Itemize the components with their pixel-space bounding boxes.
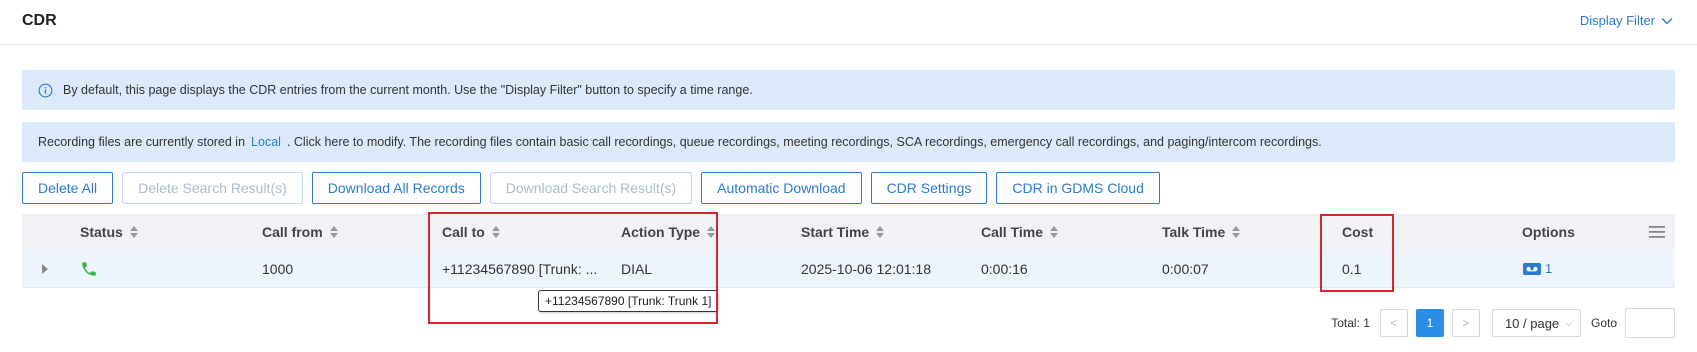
info-banner-text: By default, this page displays the CDR e… <box>63 83 753 97</box>
sort-icon[interactable] <box>129 226 138 238</box>
info-icon <box>38 83 53 97</box>
chevron-down-icon: ⌵ <box>1565 317 1572 328</box>
column-header-call-time[interactable]: Call Time <box>981 214 1058 250</box>
sort-icon[interactable] <box>1232 226 1241 238</box>
download-search-results-button[interactable]: Download Search Result(s) <box>489 172 693 204</box>
caret-right-icon <box>42 263 48 274</box>
page-title: CDR <box>22 12 57 29</box>
expand-row-button[interactable] <box>42 250 48 287</box>
column-label: Call Time <box>981 224 1043 240</box>
display-filter-button[interactable]: Display Filter <box>1580 13 1673 28</box>
total-count: Total: 1 <box>1331 316 1370 330</box>
call-from-cell: 1000 <box>262 260 294 277</box>
sort-icon[interactable] <box>491 226 500 238</box>
sort-icon[interactable] <box>1050 226 1058 238</box>
automatic-download-button[interactable]: Automatic Download <box>701 172 862 204</box>
page-size-value: 10 / page <box>1504 315 1560 331</box>
call-time-cell: 0:00:16 <box>981 260 1028 277</box>
goto-label: Goto <box>1590 316 1617 330</box>
column-label: Options <box>1522 224 1575 240</box>
table-row[interactable]: 1000 +11234567890 [Trunk: ... DIAL 2025-… <box>22 250 1675 288</box>
column-label: Status <box>80 224 123 240</box>
next-page-button[interactable]: > <box>1451 309 1480 337</box>
chevron-down-icon <box>1661 17 1673 24</box>
recording-storage-banner[interactable]: Recording files are currently stored in … <box>22 122 1675 162</box>
talk-time-cell: 0:00:07 <box>1162 260 1209 277</box>
cassette-icon <box>1523 262 1541 275</box>
column-header-cost: Cost <box>1342 214 1373 250</box>
recording-banner-prefix: Recording files are currently stored in <box>38 135 246 149</box>
sort-icon[interactable] <box>329 226 338 238</box>
column-header-talk-time[interactable]: Talk Time <box>1162 214 1241 250</box>
column-header-status[interactable]: Status <box>80 214 138 250</box>
column-header-start-time[interactable]: Start Time <box>801 214 885 250</box>
column-header-call-to[interactable]: Call to <box>442 214 500 250</box>
toolbar: Delete All Delete Search Result(s) Downl… <box>22 172 1160 204</box>
column-label: Call to <box>442 224 485 240</box>
column-header-options: Options <box>1522 214 1575 250</box>
recording-storage-link[interactable]: Local <box>251 135 281 149</box>
download-all-records-button[interactable]: Download All Records <box>311 172 481 204</box>
cdr-table: Status Call from Call to Action Type Sta… <box>22 214 1675 288</box>
delete-all-button[interactable]: Delete All <box>22 172 114 204</box>
recording-banner-suffix: . Click here to modify. The recording fi… <box>286 135 1322 149</box>
sort-icon[interactable] <box>876 226 885 238</box>
page-size-select[interactable]: 10 / page ⌵ <box>1491 309 1581 337</box>
delete-search-results-button[interactable]: Delete Search Result(s) <box>122 172 303 204</box>
page-1-button[interactable]: 1 <box>1415 309 1444 337</box>
cost-cell: 0.1 <box>1342 260 1362 277</box>
cdr-gdms-cloud-button[interactable]: CDR in GDMS Cloud <box>996 172 1160 204</box>
start-time-cell: 2025-10-06 12:01:18 <box>801 260 931 277</box>
options-cell: 1 <box>1522 250 1552 287</box>
column-menu-icon[interactable] <box>1649 225 1665 239</box>
call-to-tooltip: +11234567890 [Trunk: Trunk 1] <box>538 290 719 312</box>
recording-count: 1 <box>1545 261 1553 276</box>
info-banner: By default, this page displays the CDR e… <box>22 70 1675 110</box>
column-label: Cost <box>1342 224 1374 240</box>
page-header: CDR Display Filter <box>0 0 1697 45</box>
recording-files-button[interactable]: 1 <box>1522 261 1552 277</box>
cdr-settings-button[interactable]: CDR Settings <box>870 172 988 204</box>
pagination: Total: 1 < 1 > 10 / page ⌵ Goto <box>1331 308 1675 338</box>
call-to-cell: +11234567890 [Trunk: ... <box>442 260 598 277</box>
column-label: Call from <box>262 224 323 240</box>
action-type-cell: DIAL <box>621 260 653 277</box>
status-cell <box>80 250 98 287</box>
column-header-call-from[interactable]: Call from <box>262 214 338 250</box>
table-header: Status Call from Call to Action Type Sta… <box>22 214 1675 250</box>
column-label: Action Type <box>621 224 701 240</box>
sort-icon[interactable] <box>707 226 716 238</box>
column-label: Talk Time <box>1162 224 1226 240</box>
column-label: Start Time <box>801 224 870 240</box>
phone-answered-icon <box>82 261 96 276</box>
display-filter-label: Display Filter <box>1579 13 1655 28</box>
goto-page-input[interactable] <box>1625 308 1675 338</box>
prev-page-button[interactable]: < <box>1379 309 1408 337</box>
column-header-action-type[interactable]: Action Type <box>621 214 716 250</box>
